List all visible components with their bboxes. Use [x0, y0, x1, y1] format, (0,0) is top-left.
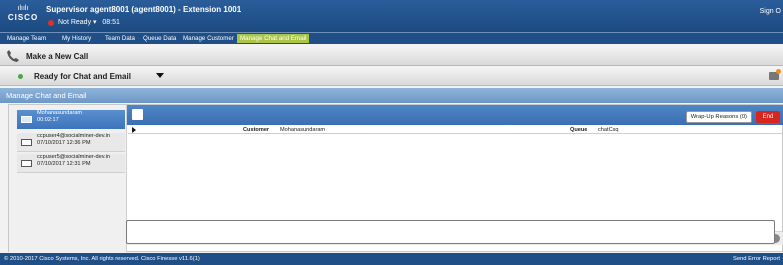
tab-queue-data[interactable]: Queue Data — [140, 34, 179, 43]
session-name: ccpuser4@socialminer-dev.in — [37, 133, 111, 139]
phone-icon — [7, 50, 19, 62]
send-error-report-link[interactable]: Send Error Report — [733, 253, 780, 265]
customer-label: Customer — [243, 127, 270, 133]
end-button[interactable]: End — [756, 111, 780, 123]
status-label: Not Ready — [58, 19, 92, 26]
agent-title: Supervisor agent8001 (agent8001) - Exten… — [46, 5, 242, 14]
session-item[interactable]: Mohanasundaram 00:02:17 — [17, 110, 125, 129]
session-item[interactable]: ccpuser5@socialminer-dev.in 07/10/2017 1… — [17, 154, 125, 173]
footer-bar: © 2010-2017 Cisco Systems, Inc. All righ… — [0, 253, 783, 265]
tab-manage-chat-and-email[interactable]: Manage Chat and Email — [237, 34, 310, 43]
queue-label: Queue — [570, 127, 588, 133]
header-bar: ılıılı CISCO Supervisor agent8001 (agent… — [0, 0, 783, 32]
sign-out-link[interactable]: Sign O — [760, 8, 781, 15]
expand-arrow-icon[interactable] — [132, 127, 136, 133]
make-call-bar[interactable]: Make a New Call — [0, 46, 783, 66]
chat-toolbar: Wrap-Up Reasons (0) End — [127, 105, 783, 125]
chat-state-dropdown[interactable]: Ready for Chat and Email — [34, 72, 131, 81]
session-item[interactable]: ccpuser4@socialminer-dev.in 07/10/2017 1… — [17, 133, 125, 152]
cisco-logo: ılıılı CISCO — [7, 5, 39, 22]
session-detail: 07/10/2017 12:31 PM — [37, 161, 91, 167]
wrap-up-reasons-button[interactable]: Wrap-Up Reasons (0) — [685, 111, 752, 123]
chevron-down-icon[interactable] — [156, 73, 164, 78]
make-call-label: Make a New Call — [26, 52, 89, 61]
tab-manage-customer[interactable]: Manage Customer — [180, 34, 237, 43]
chevron-down-icon: ▾ — [93, 19, 97, 26]
tab-bar: Manage Team My History Team Data Queue D… — [0, 32, 783, 44]
not-ready-status-icon — [48, 20, 54, 26]
customer-info-row: Customer Mohanasundaram Queue chatCsq — [128, 126, 783, 134]
ready-status-icon — [18, 74, 23, 79]
chat-icon — [21, 116, 32, 123]
user-info-icon[interactable] — [132, 109, 143, 120]
cisco-logo-bars: ılıılı — [17, 5, 29, 12]
copyright-text: © 2010-2017 Cisco Systems, Inc. All righ… — [4, 256, 200, 262]
message-input[interactable] — [126, 220, 775, 244]
customer-value: Mohanasundaram — [280, 127, 326, 133]
tab-my-history[interactable]: My History — [59, 34, 94, 43]
tab-manage-team[interactable]: Manage Team — [4, 34, 49, 43]
session-name: Mohanasundaram — [37, 110, 83, 116]
agent-status-dropdown[interactable]: Not Ready ▾ 08:51 — [58, 18, 120, 26]
gadget-title: Manage Chat and Email — [0, 88, 783, 103]
queue-value: chatCsq — [598, 127, 619, 133]
tab-team-data[interactable]: Team Data — [102, 34, 138, 43]
envelope-icon — [21, 160, 32, 167]
chat-state-bar: Ready for Chat and Email — [0, 67, 783, 86]
status-timer: 08:51 — [102, 19, 120, 26]
session-name: ccpuser5@socialminer-dev.in — [37, 154, 111, 160]
session-detail: 00:02:17 — [37, 117, 59, 123]
session-list: Mohanasundaram 00:02:17 ccpuser4@socialm… — [9, 105, 127, 252]
notification-badge — [776, 69, 781, 74]
session-detail: 07/10/2017 12:36 PM — [37, 140, 91, 146]
envelope-icon — [21, 139, 32, 146]
cisco-logo-text: CISCO — [7, 13, 39, 22]
